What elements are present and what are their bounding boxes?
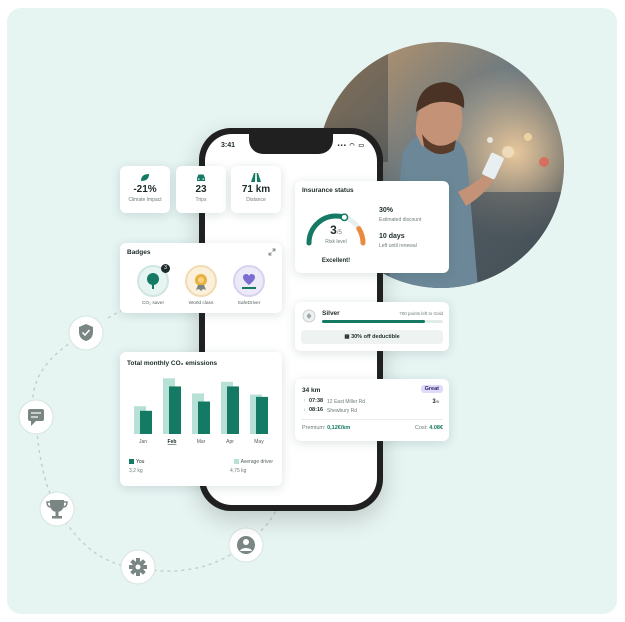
chat-icon[interactable] <box>18 399 54 435</box>
tier-progress-fill <box>322 320 425 323</box>
road-icon <box>251 173 261 182</box>
badge-co2-saver[interactable]: 3 CO₂ saver <box>136 264 170 306</box>
shield-check-icon[interactable] <box>68 315 104 351</box>
stat-label: Distance <box>246 197 266 203</box>
badge-label: World class <box>188 301 214 306</box>
start-marker-icon: ↑ <box>303 398 306 404</box>
phone-notch <box>249 134 333 154</box>
tick-label-may: May <box>254 439 264 445</box>
tier-points: 700 points left to Gold <box>399 311 443 316</box>
tier-card[interactable]: Silver 700 points left to Gold ▦ 30% off… <box>295 302 449 351</box>
discount-label: Estimated discount <box>379 217 422 223</box>
badge-world-class[interactable]: World class <box>184 265 218 306</box>
stat-card-trips[interactable]: 23 Trips <box>176 166 226 213</box>
risk-label: Risk level <box>325 239 347 245</box>
bar-you-jan <box>140 410 152 434</box>
receipt-icon: ▦ <box>344 334 350 340</box>
trip-card[interactable]: 34 km Great ↑ 07:38 12 East Miller Rd ↓ … <box>295 379 449 441</box>
premium-value: 0,12€/km <box>327 425 351 431</box>
insurance-title: Insurance status <box>302 187 354 194</box>
tier-name: Silver <box>322 310 340 317</box>
cost-label: Cost: <box>414 425 428 431</box>
risk-rating: Excellent! <box>321 258 351 264</box>
expand-icon[interactable] <box>268 248 276 256</box>
badge-label: SafeDriver <box>237 301 261 306</box>
cost-value: 4.08€ <box>429 425 443 431</box>
trophy-icon[interactable] <box>39 491 75 527</box>
insurance-status-card[interactable]: Insurance status 3/5 Risk level Excellen… <box>295 181 449 273</box>
stat-card-climate[interactable]: -21% Climate Impact <box>120 166 170 213</box>
trip-end-time: 08:16 <box>309 407 324 413</box>
trip-start-place: 12 East Miller Rd <box>327 398 366 405</box>
renewal-value: 10 days <box>379 233 405 240</box>
legend-avg-swatch <box>233 459 239 465</box>
emissions-title: Total monthly CO₂ emissions <box>127 360 218 367</box>
status-icons: ▪▪▪ ◠ ▭ <box>337 143 365 149</box>
risk-max: /5 <box>336 230 342 236</box>
renewal-label: Left until renewal <box>379 243 417 249</box>
trip-score-max: /5 <box>435 399 439 404</box>
car-icon <box>197 174 205 181</box>
badges-title: Badges <box>127 249 151 256</box>
tick-label-feb: Feb <box>168 439 177 445</box>
medal-icon <box>195 274 207 291</box>
badge-count: 3 <box>161 264 170 273</box>
user-icon[interactable] <box>228 527 264 563</box>
discount-value: 30% <box>379 207 394 214</box>
stat-value: -21% <box>133 184 157 195</box>
bar-you-apr <box>227 386 239 434</box>
stat-value: 71 km <box>241 184 271 195</box>
tier-progress-track <box>322 320 443 323</box>
tick-label-mar: Mar <box>197 439 206 445</box>
bar-you-may <box>256 396 268 434</box>
tick-label-apr: Apr <box>226 439 234 445</box>
legend-you: You <box>129 459 144 465</box>
emissions-card[interactable]: Total monthly CO₂ emissions Jan Feb Mar Apr… <box>120 352 282 486</box>
trip-end-place: Shewbury Rd <box>327 407 358 414</box>
bar-you-mar <box>198 401 210 434</box>
trip-start-time: 07:38 <box>309 398 324 404</box>
leaf-icon <box>141 174 149 181</box>
gear-icon[interactable] <box>120 549 156 585</box>
trip-rating-badge: Great <box>420 385 443 393</box>
bar-you-feb <box>169 386 181 434</box>
status-time: 3:41 <box>221 142 236 149</box>
deductible-pill[interactable]: ▦ 30% off deductible <box>301 330 443 344</box>
end-marker-icon: ↓ <box>303 407 306 413</box>
badge-safedriver[interactable]: SafeDriver <box>232 265 266 306</box>
premium-label: Premium: <box>302 425 326 431</box>
legend-avg-value: 4,75 kg <box>230 468 247 474</box>
trip-distance: 34 km <box>302 387 321 394</box>
legend-you-value: 3,2 kg <box>129 468 143 474</box>
risk-value: 3 <box>330 223 337 237</box>
tick-label-jan: Jan <box>139 439 147 445</box>
legend-avg: Average driver <box>233 459 273 465</box>
emissions-chart: Jan Feb Mar Apr May <box>134 378 268 445</box>
legend-you-swatch <box>129 459 134 465</box>
badge-label: CO₂ saver <box>141 301 165 306</box>
trip-divider <box>301 419 443 420</box>
stat-value: 23 <box>195 184 207 195</box>
stat-label: Climate Impact <box>128 197 162 203</box>
stat-label: Trips <box>195 197 207 203</box>
heart-hand-icon <box>242 274 256 289</box>
silver-medal-icon <box>302 309 316 323</box>
stat-card-distance[interactable]: 71 km Distance <box>231 166 281 213</box>
deductible-text: 30% off deductible <box>351 334 400 340</box>
